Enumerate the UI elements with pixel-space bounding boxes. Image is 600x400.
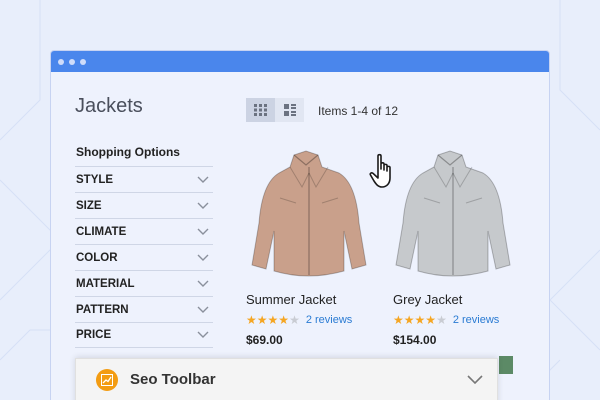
star-icon: ★ <box>256 313 268 327</box>
view-mode-toggle <box>246 98 304 122</box>
star-icon: ★ <box>414 313 426 327</box>
add-to-cart-button[interactable] <box>499 356 513 374</box>
filter-price[interactable]: PRICE <box>75 322 213 348</box>
filter-label: COLOR <box>76 251 118 264</box>
filter-label: CLIMATE <box>76 225 127 238</box>
star-icon: ★ <box>425 313 437 327</box>
chevron-down-icon <box>197 228 209 235</box>
window-dot[interactable] <box>80 58 86 65</box>
chevron-down-icon <box>197 280 209 287</box>
product-card[interactable]: Grey Jacket ★★★★★ 2 reviews $154.00 <box>393 143 533 358</box>
product-name[interactable]: Summer Jacket <box>246 292 336 307</box>
product-card[interactable]: Summer Jacket ★★★★★ 2 reviews $69.00 <box>246 143 386 358</box>
shopping-options-title: Shopping Options <box>76 145 180 159</box>
jacket-image[interactable] <box>388 143 518 283</box>
star-icon: ★ <box>278 313 290 327</box>
grid-icon <box>254 104 267 116</box>
product-rating: ★★★★★ 2 reviews <box>393 313 499 327</box>
hand-cursor-icon <box>369 153 391 188</box>
star-icon: ★ <box>436 313 447 327</box>
chevron-down-icon <box>197 306 209 313</box>
star-icon: ★ <box>393 313 404 327</box>
reviews-link[interactable]: 2 reviews <box>306 314 352 326</box>
window-titlebar <box>51 51 549 72</box>
window-dot[interactable] <box>69 58 75 65</box>
seo-toolbar-panel[interactable]: Seo Toolbar <box>75 358 498 400</box>
filter-list: STYLE SIZE CLIMATE COLOR MATERIAL PATTERN PRIC… <box>75 166 213 348</box>
chevron-down-icon <box>197 176 209 183</box>
star-icon: ★ <box>289 313 300 327</box>
star-icon: ★ <box>246 313 257 327</box>
filter-label: MATERIAL <box>76 277 135 290</box>
filter-label: PRICE <box>76 329 112 341</box>
list-view-button[interactable] <box>275 98 304 122</box>
rating-stars: ★★★★★ <box>393 313 447 327</box>
filter-climate[interactable]: CLIMATE <box>75 218 213 244</box>
star-icon: ★ <box>403 313 415 327</box>
category-title: Jackets <box>75 95 143 117</box>
product-rating: ★★★★★ 2 reviews <box>246 313 352 327</box>
chart-icon <box>96 369 118 391</box>
chevron-down-icon <box>197 202 209 209</box>
product-price: $154.00 <box>393 333 437 347</box>
chevron-down-icon <box>197 254 209 261</box>
list-icon <box>283 104 296 116</box>
filter-color[interactable]: COLOR <box>75 244 213 270</box>
seo-toolbar-title: Seo Toolbar <box>130 371 216 388</box>
grid-view-button[interactable] <box>246 98 275 122</box>
rating-stars: ★★★★★ <box>246 313 300 327</box>
items-count: Items 1-4 of 12 <box>318 104 399 118</box>
product-price: $69.00 <box>246 333 283 347</box>
filter-label: STYLE <box>76 173 114 186</box>
filter-size[interactable]: SIZE <box>75 192 213 218</box>
chevron-down-icon <box>197 331 209 338</box>
star-icon: ★ <box>267 313 279 327</box>
window-dot[interactable] <box>58 58 64 65</box>
reviews-link[interactable]: 2 reviews <box>453 314 499 326</box>
jacket-image[interactable] <box>244 143 374 283</box>
filter-pattern[interactable]: PATTERN <box>75 296 213 322</box>
browser-window: Jackets Shopping Options STYLE SIZE CLIMAT… <box>50 50 550 400</box>
filter-style[interactable]: STYLE <box>75 166 213 192</box>
filter-material[interactable]: MATERIAL <box>75 270 213 296</box>
chevron-down-icon[interactable] <box>467 375 483 384</box>
filter-label: SIZE <box>76 199 102 212</box>
product-name[interactable]: Grey Jacket <box>393 292 462 307</box>
filter-label: PATTERN <box>76 303 129 316</box>
